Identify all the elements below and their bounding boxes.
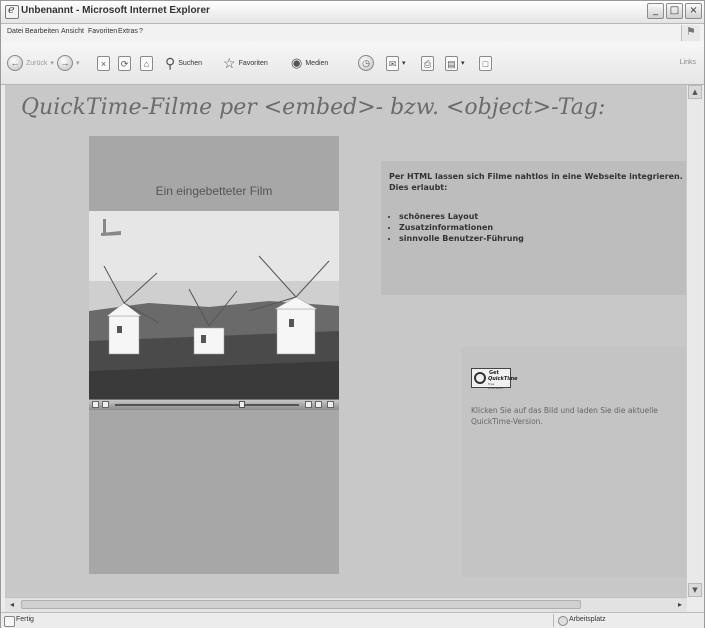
quicktime-instructions: Klicken Sie auf das Bild und laden Sie d…: [471, 406, 658, 426]
refresh-button[interactable]: ⟳: [118, 53, 131, 73]
status-text: Fertig: [16, 616, 34, 623]
media-button[interactable]: ◉ Medien: [291, 53, 328, 73]
refresh-icon: ⟳: [118, 55, 131, 71]
page-content: QuickTime-Filme per <embed>- bzw. <objec…: [5, 85, 687, 597]
volume-icon[interactable]: [92, 401, 99, 408]
forward-dropdown-icon: ▾: [76, 60, 80, 67]
timeline-thumb[interactable]: [239, 401, 245, 408]
get-quicktime-badge[interactable]: Get QuickTime Free Download: [471, 368, 518, 390]
edit-button[interactable]: ▤ ▾: [445, 53, 465, 73]
window-title: Unbenannt - Microsoft Internet Explorer: [21, 5, 210, 16]
status-bar: Fertig Arbeitsplatz: [1, 612, 704, 628]
scroll-down-icon[interactable]: ▼: [688, 583, 702, 597]
computer-zone-icon: [558, 616, 568, 626]
mail-icon: ✉: [386, 55, 399, 71]
embedded-movie[interactable]: [89, 211, 339, 399]
media-icon: ◉: [291, 55, 303, 70]
badge-line-3: Free Download: [488, 382, 503, 390]
menu-item-ansicht[interactable]: Ansicht: [61, 28, 84, 35]
page-heading: QuickTime-Filme per <embed>- bzw. <objec…: [21, 95, 606, 120]
discuss-button[interactable]: □: [479, 53, 492, 73]
edit-icon: ▤: [445, 55, 458, 71]
favorites-star-icon: ☆: [223, 54, 236, 71]
scroll-thumb[interactable]: [21, 600, 581, 609]
list-item: Zusatzinformationen: [399, 222, 524, 233]
mail-button[interactable]: ✉ ▾: [386, 53, 406, 73]
forward-button[interactable]: → ▾: [57, 53, 80, 73]
favorites-button[interactable]: ☆ Favoriten: [223, 53, 268, 73]
menu-item-favoriten[interactable]: Favoriten: [88, 28, 117, 35]
minimize-button[interactable]: _: [647, 3, 664, 19]
movie-controller[interactable]: [89, 399, 339, 410]
windows-flag-icon: [681, 25, 700, 41]
favorites-label: Favoriten: [238, 59, 268, 67]
film-caption: Ein eingebetteter Film: [155, 184, 273, 198]
internet-explorer-icon: [5, 3, 19, 19]
search-icon: ⚲: [165, 54, 176, 71]
info-list: schöneres Layout Zusatzinformationen sin…: [387, 211, 524, 244]
back-label: Zurück: [26, 59, 48, 67]
close-button[interactable]: ×: [685, 3, 702, 19]
vertical-scrollbar[interactable]: ▲ ▼: [686, 85, 703, 597]
info-intro: Per HTML lassen sich Filme nahtlos in ei…: [389, 172, 683, 192]
list-item: sinnvolle Benutzer-Führung: [399, 233, 524, 244]
page-icon: [4, 616, 15, 627]
search-button[interactable]: ⚲ Suchen: [165, 53, 202, 73]
print-button[interactable]: ⎙: [421, 53, 434, 73]
quicktime-logo-icon: [474, 372, 486, 384]
step-back-button[interactable]: [305, 401, 312, 408]
print-icon: ⎙: [421, 55, 434, 71]
discuss-icon: □: [479, 55, 492, 71]
back-arrow-icon: ←: [7, 55, 23, 71]
back-button[interactable]: ← Zurück ▾: [7, 53, 54, 73]
home-icon: ⌂: [140, 55, 153, 71]
title-bar[interactable]: Unbenannt - Microsoft Internet Explorer …: [1, 1, 704, 24]
play-button[interactable]: [102, 401, 109, 408]
scroll-left-icon[interactable]: ◂: [5, 598, 19, 611]
toolbar: ← Zurück ▾ → ▾ × ⟳ ⌂ ⚲ Suchen ☆ Favorite…: [1, 42, 704, 85]
browser-window: Unbenannt - Microsoft Internet Explorer …: [0, 0, 705, 628]
scroll-right-icon[interactable]: ▸: [673, 598, 687, 611]
scroll-up-icon[interactable]: ▲: [688, 85, 702, 99]
menu-bar: Datei Bearbeiten Ansicht Favoriten Extra…: [1, 24, 704, 42]
search-label: Suchen: [178, 59, 203, 67]
menu-item-extras[interactable]: Extras: [118, 28, 138, 35]
step-forward-button[interactable]: [315, 401, 322, 408]
history-icon: ◷: [358, 55, 374, 71]
horizontal-scrollbar[interactable]: ◂ ▸: [5, 597, 687, 612]
list-item: schöneres Layout: [399, 211, 524, 222]
stop-icon: ×: [97, 55, 110, 71]
status-divider: [553, 614, 554, 627]
movie-timeline[interactable]: [115, 404, 299, 406]
movie-frame-windmills: [89, 211, 339, 399]
menu-item-datei[interactable]: Datei: [7, 28, 23, 35]
links-label[interactable]: Links: [680, 59, 696, 66]
film-panel: Ein eingebetteter Film: [89, 136, 339, 574]
stop-button[interactable]: ×: [97, 53, 110, 73]
maximize-button[interactable]: □: [666, 3, 683, 19]
window-controls: _ □ ×: [647, 3, 702, 21]
history-button[interactable]: ◷: [358, 53, 374, 73]
info-box: Per HTML lassen sich Filme nahtlos in ei…: [381, 161, 687, 295]
forward-arrow-icon: →: [57, 55, 73, 71]
edit-dropdown-icon: ▾: [461, 60, 465, 67]
back-dropdown-icon: ▾: [50, 60, 54, 67]
mail-dropdown-icon: ▾: [402, 60, 406, 67]
home-button[interactable]: ⌂: [140, 53, 153, 73]
menu-item-bearbeiten[interactable]: Bearbeiten: [25, 28, 59, 35]
menu-item-help[interactable]: ?: [139, 28, 143, 35]
resize-handle[interactable]: [327, 401, 334, 408]
security-zone: Arbeitsplatz: [569, 616, 606, 623]
media-label: Medien: [305, 59, 329, 67]
quicktime-download-box: Get QuickTime Free Download Klicken Sie …: [462, 347, 687, 577]
